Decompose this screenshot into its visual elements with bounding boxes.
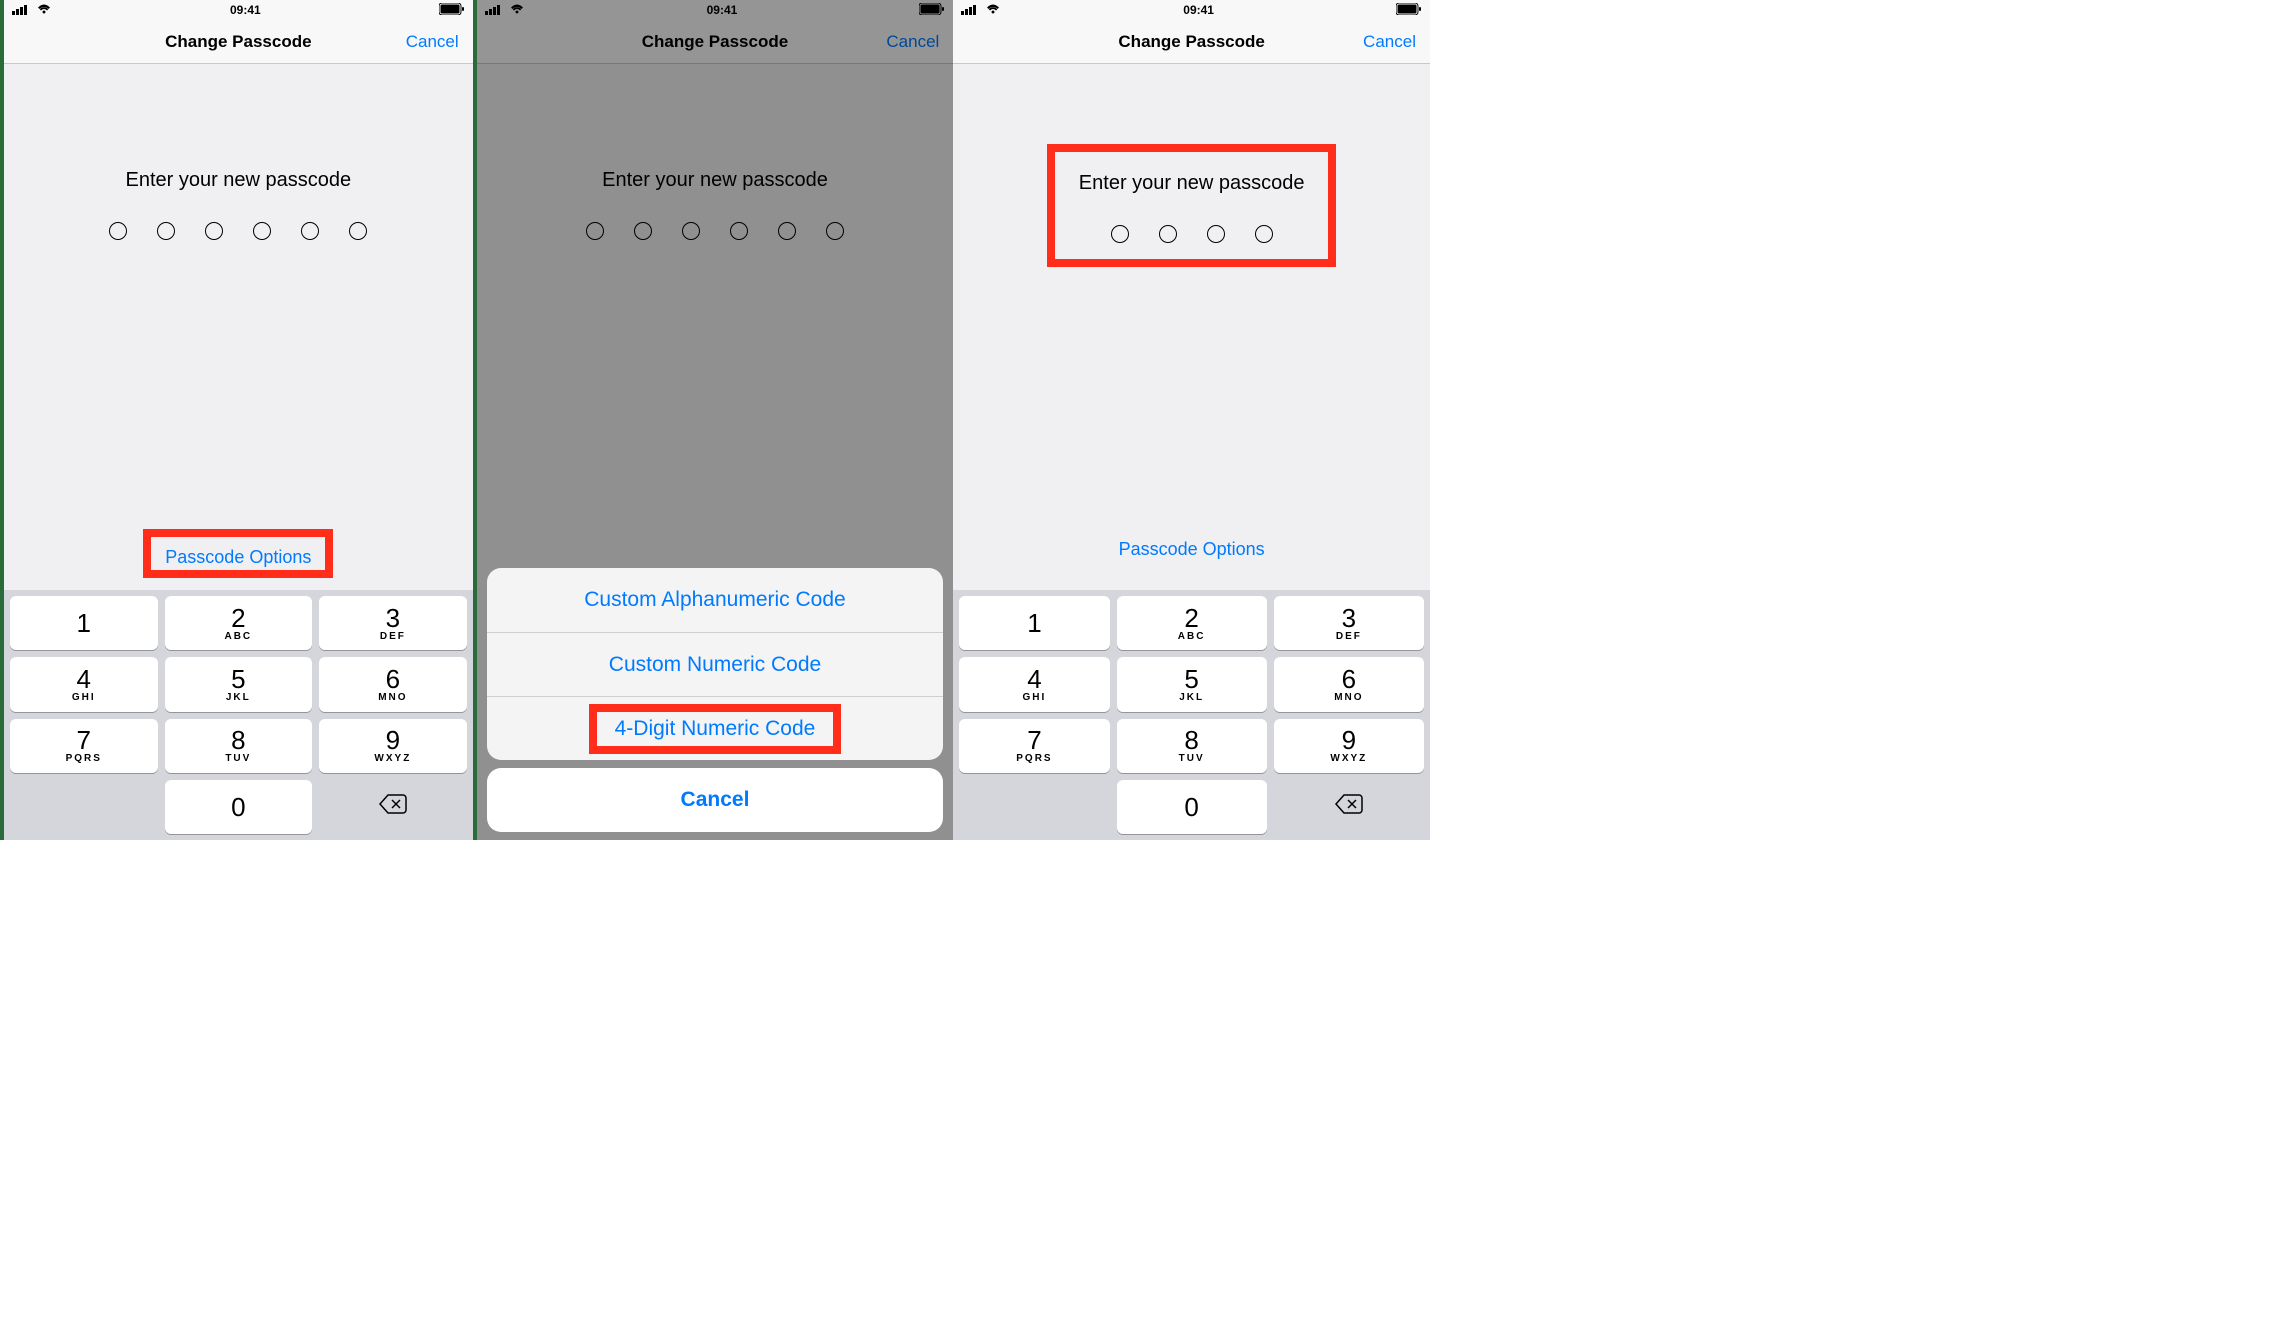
content-area: Enter your new passcode Passcode Options: [953, 64, 1430, 590]
prompt-text: Enter your new passcode: [1079, 172, 1305, 195]
action-sheet-options: Custom Alphanumeric Code Custom Numeric …: [487, 568, 944, 760]
passcode-options-link[interactable]: Passcode Options: [1119, 539, 1265, 560]
status-time: 09:41: [230, 3, 261, 17]
battery-icon: [1396, 3, 1422, 18]
dot: [157, 222, 175, 240]
key-2[interactable]: 2ABC: [1117, 596, 1267, 650]
key-6[interactable]: 6MNO: [1274, 657, 1424, 711]
dot: [1111, 225, 1129, 243]
nav-title: Change Passcode: [1118, 32, 1264, 52]
key-backspace[interactable]: [1274, 780, 1424, 834]
key-4[interactable]: 4GHI: [10, 657, 158, 711]
key-7[interactable]: 7PQRS: [959, 719, 1109, 773]
status-time: 09:41: [1183, 3, 1214, 17]
wifi-icon: [985, 3, 1001, 18]
dot: [1255, 225, 1273, 243]
key-6[interactable]: 6MNO: [319, 657, 467, 711]
cancel-button[interactable]: Cancel: [406, 20, 459, 63]
option-4-digit-label: 4-Digit Numeric Code: [615, 717, 816, 741]
passcode-dots: [109, 222, 367, 240]
key-5[interactable]: 5JKL: [1117, 657, 1267, 711]
dot: [109, 222, 127, 240]
numeric-keypad: 1 2ABC 3DEF 4GHI 5JKL 6MNO 7PQRS 8TUV 9W…: [953, 590, 1430, 840]
dot: [205, 222, 223, 240]
key-empty: [10, 780, 158, 834]
numeric-keypad: 1 2ABC 3DEF 4GHI 5JKL 6MNO 7PQRS 8TUV 9W…: [4, 590, 473, 840]
nav-bar: Change Passcode Cancel: [953, 20, 1430, 64]
dot: [253, 222, 271, 240]
key-0[interactable]: 0: [1117, 780, 1267, 834]
option-custom-numeric[interactable]: Custom Numeric Code: [487, 632, 944, 696]
nav-title: Change Passcode: [165, 32, 311, 52]
key-5[interactable]: 5JKL: [165, 657, 313, 711]
cancel-button[interactable]: Cancel: [1363, 20, 1416, 63]
screen-3: 09:41 Change Passcode Cancel Enter your …: [953, 0, 1430, 840]
option-4-digit-row[interactable]: 4-Digit Numeric Code: [487, 696, 944, 760]
highlight-prompt-dots: Enter your new passcode: [1047, 144, 1337, 267]
screen-1: 09:41 Change Passcode Cancel Enter your …: [0, 0, 477, 840]
prompt-text: Enter your new passcode: [125, 169, 351, 192]
backspace-icon: [379, 794, 407, 819]
highlight-4-digit: 4-Digit Numeric Code: [589, 704, 842, 754]
status-bar: 09:41: [4, 0, 473, 20]
battery-icon: [439, 3, 465, 18]
key-empty: [959, 780, 1109, 834]
key-9[interactable]: 9WXYZ: [319, 719, 467, 773]
wifi-icon: [36, 3, 52, 18]
passcode-options-link[interactable]: Passcode Options: [165, 547, 311, 567]
nav-bar: Change Passcode Cancel: [4, 20, 473, 64]
key-backspace[interactable]: [319, 780, 467, 834]
key-7[interactable]: 7PQRS: [10, 719, 158, 773]
highlight-passcode-options: Passcode Options: [143, 529, 333, 578]
key-3[interactable]: 3DEF: [1274, 596, 1424, 650]
key-4[interactable]: 4GHI: [959, 657, 1109, 711]
action-sheet-cancel[interactable]: Cancel: [487, 768, 944, 832]
key-8[interactable]: 8TUV: [165, 719, 313, 773]
passcode-dots: [1111, 225, 1273, 243]
key-0[interactable]: 0: [165, 780, 313, 834]
dot: [349, 222, 367, 240]
action-sheet: Custom Alphanumeric Code Custom Numeric …: [487, 568, 944, 832]
backspace-icon: [1335, 794, 1363, 819]
key-2[interactable]: 2ABC: [165, 596, 313, 650]
key-9[interactable]: 9WXYZ: [1274, 719, 1424, 773]
key-1[interactable]: 1: [959, 596, 1109, 650]
key-8[interactable]: 8TUV: [1117, 719, 1267, 773]
option-custom-alphanumeric[interactable]: Custom Alphanumeric Code: [487, 568, 944, 632]
dot: [301, 222, 319, 240]
dot: [1159, 225, 1177, 243]
dot: [1207, 225, 1225, 243]
screen-2: 09:41 Change Passcode Cancel Enter your …: [477, 0, 954, 840]
status-bar: 09:41: [953, 0, 1430, 20]
signal-icon: [12, 3, 30, 18]
key-3[interactable]: 3DEF: [319, 596, 467, 650]
signal-icon: [961, 3, 979, 18]
key-1[interactable]: 1: [10, 596, 158, 650]
content-area: Enter your new passcode Passcode Options: [4, 64, 473, 590]
